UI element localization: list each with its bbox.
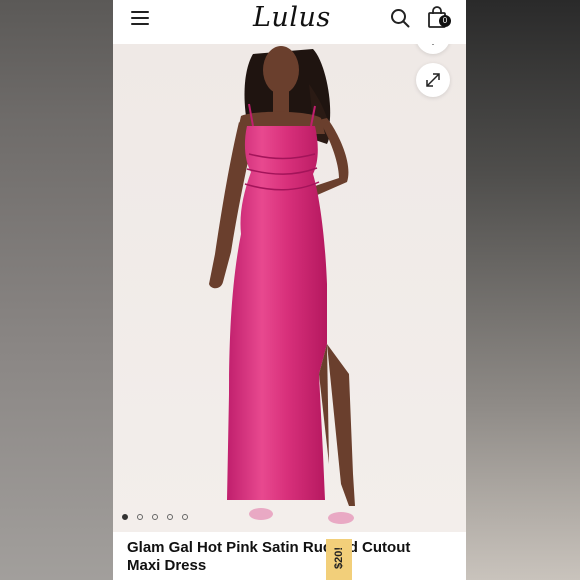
heart-icon — [431, 44, 435, 45]
carousel-dot[interactable] — [167, 514, 173, 520]
right-background — [466, 0, 580, 580]
product-image[interactable] — [113, 44, 466, 532]
left-background — [0, 0, 113, 580]
model-illustration — [209, 46, 355, 524]
cart-count-badge: 0 — [439, 15, 451, 27]
product-title-bar: Glam Gal Hot Pink Satin Ruched Cutout Ma… — [113, 532, 466, 580]
product-title: Glam Gal Hot Pink Satin Ruched Cutout Ma… — [127, 539, 411, 574]
carousel-dot[interactable] — [152, 514, 158, 520]
price-label: $20! — [333, 546, 345, 570]
expand-icon — [426, 73, 440, 87]
carousel-dot[interactable] — [122, 514, 128, 520]
price-badge: $20! — [326, 539, 352, 580]
carousel-dot[interactable] — [182, 514, 188, 520]
search-icon[interactable] — [390, 8, 410, 28]
carousel-indicators — [122, 514, 188, 520]
phone-screen: Lulus 0 Glam Gal Hot Pink Satin Ruched C… — [113, 0, 466, 580]
lulus-logo[interactable]: Lulus — [253, 2, 331, 33]
top-nav: Lulus 0 — [113, 0, 466, 44]
wishlist-button[interactable] — [416, 44, 450, 54]
carousel-dot[interactable] — [137, 514, 143, 520]
menu-icon[interactable] — [131, 11, 149, 25]
expand-image-button[interactable] — [416, 63, 450, 97]
